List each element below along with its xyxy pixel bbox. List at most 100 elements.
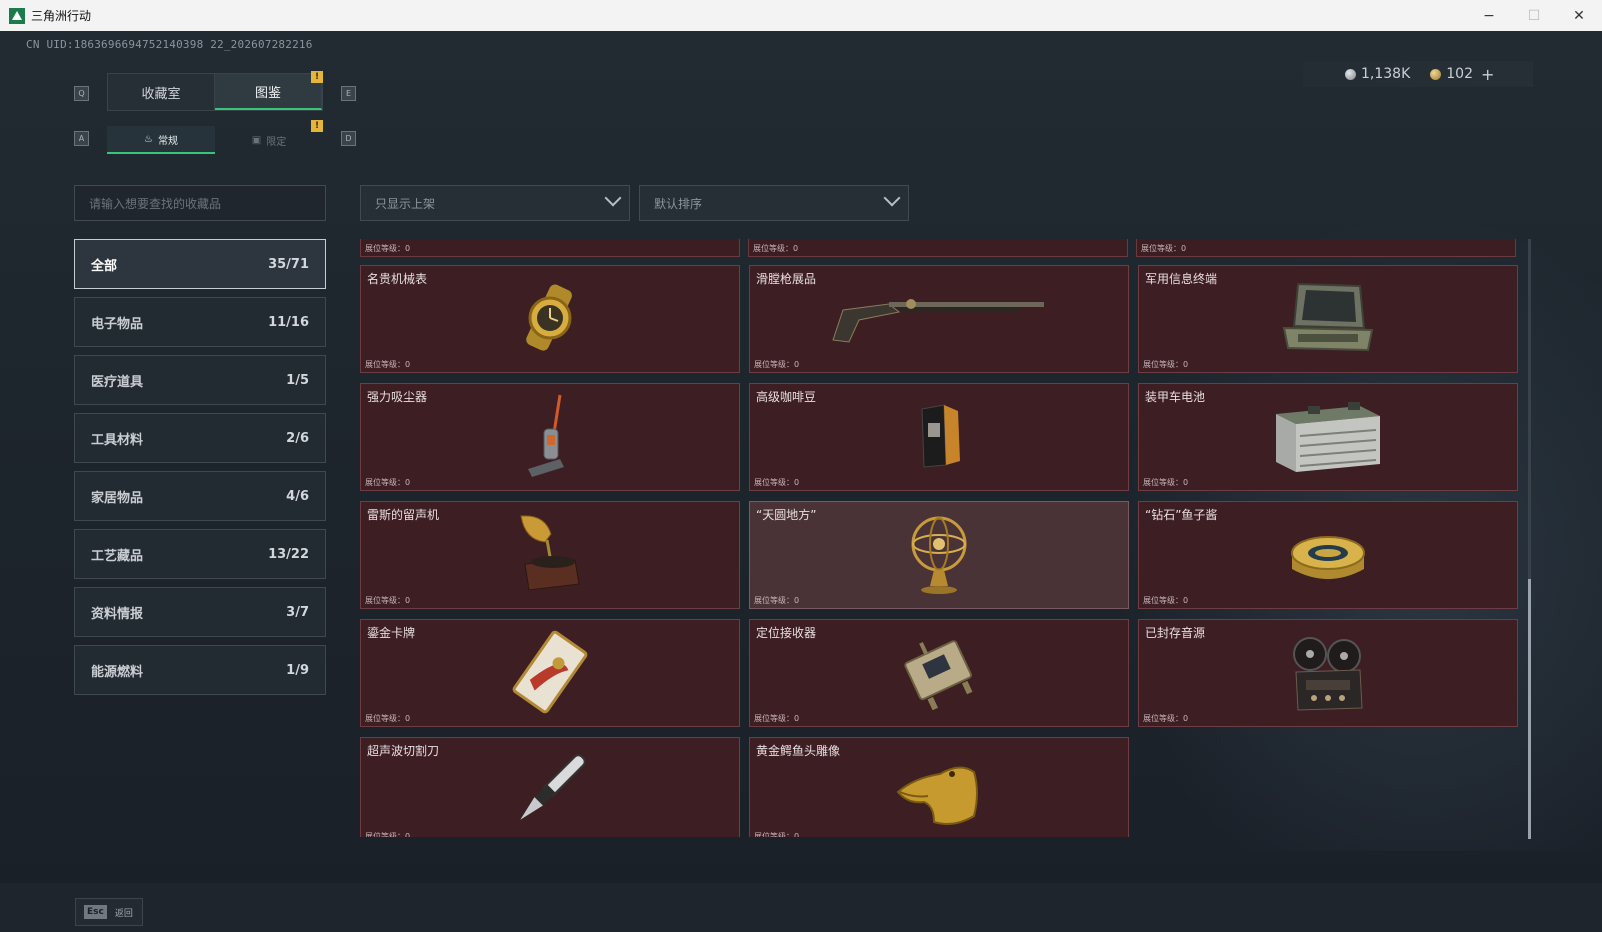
category-medical[interactable]: 医疗道具 1/5 — [74, 355, 326, 405]
item-card[interactable]: 强力吸尘器 展位等级：0 — [360, 383, 740, 491]
item-card[interactable]: 黄金鳄鱼头雕像 展位等级：0 — [749, 737, 1129, 837]
catalog-alert-badge: ! — [311, 71, 323, 83]
category-label: 工艺藏品 — [91, 548, 144, 564]
shelf-level: 展位等级：0 — [753, 244, 799, 253]
category-tools[interactable]: 工具材料 2/6 — [74, 413, 326, 463]
category-electronics[interactable]: 电子物品 11/16 — [74, 297, 326, 347]
vacuum-icon — [528, 394, 564, 477]
shelf-level: 展位等级：0 — [365, 360, 411, 369]
category-count: 4/6 — [286, 488, 309, 504]
search-input[interactable]: 请输入想要查找的收藏品 — [74, 185, 326, 221]
currency-bar: 1,138K 102 + — [1303, 61, 1533, 87]
shelf-level: 展位等级：0 — [1143, 714, 1189, 723]
category-label: 能源燃料 — [91, 664, 144, 680]
shelf-filter-dropdown[interactable]: 只显示上架 — [360, 185, 630, 221]
receiver-icon — [904, 640, 973, 711]
item-card[interactable]: 雷斯的留声机 展位等级：0 — [360, 501, 740, 609]
item-name: 定位接收器 — [756, 626, 817, 640]
add-currency-button[interactable]: + — [1481, 65, 1494, 84]
sub-tabs: ♨ 常规 ▣ 限定 — [107, 126, 323, 154]
game-viewport: CN UID:1863696694752140398 22_2026072822… — [0, 31, 1602, 932]
category-energy[interactable]: 能源燃料 1/9 — [74, 645, 326, 695]
item-name: 名贵机械表 — [367, 272, 428, 286]
battery-icon — [1276, 402, 1380, 472]
item-name: 已封存音源 — [1145, 626, 1206, 640]
chevron-down-icon — [883, 189, 901, 207]
gramophone-icon — [520, 515, 580, 591]
key-hint-e: E — [341, 86, 356, 101]
tab-catalog[interactable]: 图鉴 — [215, 74, 322, 110]
footer-bar: Esc 返回 — [0, 883, 1602, 932]
chevron-down-icon — [604, 189, 622, 207]
collection-grid: 展位等级：0 展位等级：0 展位等级：0 名贵机械表 展位等级：0 滑膛枪展品 — [360, 239, 1522, 837]
category-list: 全部 35/71 电子物品 11/16 医疗道具 1/5 工具材料 2/6 家居物品 4/… — [74, 239, 326, 703]
back-label: 返回 — [114, 908, 133, 919]
category-crafts[interactable]: 工艺藏品 13/22 — [74, 529, 326, 579]
scrollbar-thumb[interactable] — [1528, 579, 1531, 839]
back-button[interactable]: Esc 返回 — [75, 898, 143, 926]
minimize-button[interactable]: − — [1466, 0, 1512, 31]
grid-scrollbar[interactable] — [1528, 239, 1531, 839]
category-label: 医疗道具 — [91, 374, 144, 390]
category-count: 1/5 — [286, 372, 309, 388]
item-card[interactable]: 高级咖啡豆 展位等级：0 — [749, 383, 1129, 491]
shelf-level: 展位等级：0 — [754, 832, 800, 837]
category-all[interactable]: 全部 35/71 — [74, 239, 326, 289]
shelf-level: 展位等级：0 — [365, 714, 411, 723]
key-hint-d: D — [341, 131, 356, 146]
window-titlebar: 三角洲行动 − ☐ ✕ — [0, 0, 1602, 31]
category-count: 2/6 — [286, 430, 309, 446]
category-household[interactable]: 家居物品 4/6 — [74, 471, 326, 521]
category-count: 3/7 — [286, 604, 309, 620]
shelf-level: 展位等级：0 — [1143, 360, 1189, 369]
partial-row: 展位等级：0 展位等级：0 展位等级：0 — [360, 239, 1522, 257]
shelf-level: 展位等级：0 — [1143, 478, 1189, 487]
sort-dropdown[interactable]: 默认排序 — [639, 185, 909, 221]
item-card-partial[interactable]: 展位等级：0 — [748, 239, 1128, 257]
category-label: 全部 — [91, 258, 118, 274]
app-logo-icon — [9, 7, 25, 24]
item-name: 鎏金卡牌 — [367, 626, 416, 640]
item-card-selected[interactable]: “天圆地方” 展位等级：0 — [749, 501, 1129, 609]
close-button[interactable]: ✕ — [1556, 0, 1602, 31]
subtab-regular[interactable]: ♨ 常规 — [107, 126, 215, 154]
gold-currency: 102 — [1430, 66, 1473, 82]
subtab-limited-label: 限定 — [266, 136, 287, 148]
window-title: 三角洲行动 — [31, 9, 92, 23]
item-card[interactable]: 滑膛枪展品 展位等级：0 — [749, 265, 1129, 373]
item-card-partial[interactable]: 展位等级：0 — [360, 239, 740, 257]
item-card[interactable]: 定位接收器 展位等级：0 — [749, 619, 1129, 727]
item-card[interactable]: 超声波切割刀 展位等级：0 — [360, 737, 740, 837]
item-card[interactable]: 已封存音源 展位等级：0 — [1138, 619, 1518, 727]
item-grid: 名贵机械表 展位等级：0 滑膛枪展品 展位等级：0 军用信息终端 展位等级：0 … — [360, 265, 1522, 837]
silver-amount: 1,138K — [1361, 66, 1411, 82]
item-card[interactable]: “钻石”鱼子酱 展位等级：0 — [1138, 501, 1518, 609]
shelf-level: 展位等级：0 — [1143, 596, 1189, 605]
shelf-level: 展位等级：0 — [1141, 244, 1187, 253]
shelf-filter-label: 只显示上架 — [375, 196, 436, 211]
main-tabs: 收藏室 图鉴 — [107, 73, 323, 111]
limited-alert-badge: ! — [311, 120, 323, 132]
image-icon: ▣ — [251, 134, 262, 146]
category-label: 家居物品 — [91, 490, 144, 506]
item-name: “天圆地方” — [756, 508, 817, 522]
maximize-button[interactable]: ☐ — [1511, 0, 1557, 31]
musket-icon — [832, 299, 1044, 343]
silver-coin-icon — [1345, 68, 1356, 80]
item-card-partial[interactable]: 展位等级：0 — [1136, 239, 1516, 257]
user-uid: CN UID:1863696694752140398 22_2026072822… — [26, 38, 313, 51]
item-card[interactable]: 装甲车电池 展位等级：0 — [1138, 383, 1518, 491]
category-intel[interactable]: 资料情报 3/7 — [74, 587, 326, 637]
item-card[interactable]: 名贵机械表 展位等级：0 — [360, 265, 740, 373]
tab-collection-room[interactable]: 收藏室 — [108, 74, 215, 110]
category-label: 电子物品 — [91, 316, 144, 332]
shelf-level: 展位等级：0 — [754, 714, 800, 723]
item-card[interactable]: 军用信息终端 展位等级：0 — [1138, 265, 1518, 373]
terminal-icon — [1282, 282, 1374, 352]
shelf-level: 展位等级：0 — [365, 478, 411, 487]
item-name: 高级咖啡豆 — [756, 390, 817, 404]
subtab-limited[interactable]: ▣ 限定 — [215, 126, 323, 154]
category-label: 工具材料 — [91, 432, 144, 448]
item-card[interactable]: 鎏金卡牌 展位等级：0 — [360, 619, 740, 727]
caviar-icon — [1291, 536, 1365, 579]
